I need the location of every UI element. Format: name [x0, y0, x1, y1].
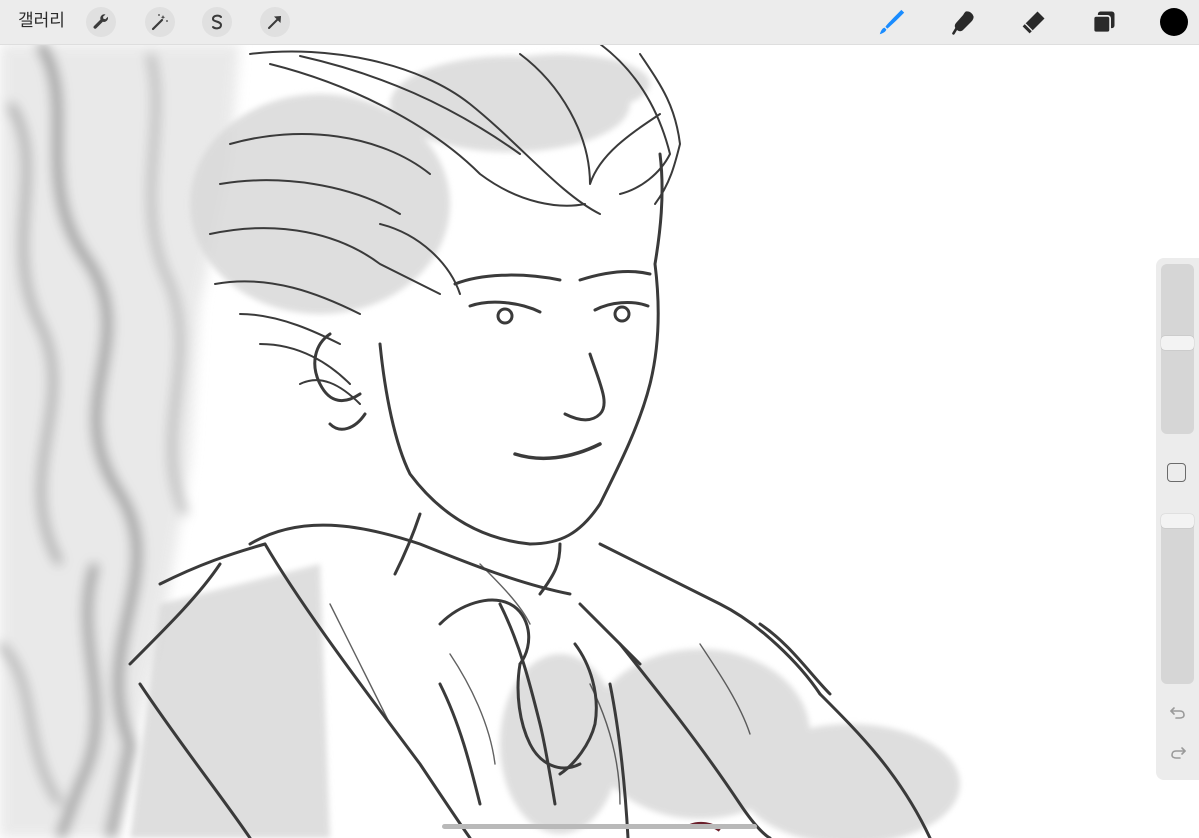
top-toolbar: 갤러리: [0, 0, 1199, 45]
layers-button[interactable]: [1088, 6, 1120, 38]
modify-button[interactable]: [1167, 463, 1186, 482]
smudge-tool-button[interactable]: [948, 6, 980, 38]
sketch-artwork: [0, 44, 960, 838]
smudge-icon: [952, 11, 974, 35]
magic-wand-icon: [151, 14, 168, 31]
transform-button[interactable]: [260, 7, 290, 37]
undo-button[interactable]: [1168, 702, 1188, 722]
eraser-tool-button[interactable]: [1018, 6, 1050, 38]
undo-icon: [1170, 707, 1185, 719]
opacity-slider[interactable]: [1161, 514, 1194, 684]
selection-button[interactable]: [202, 7, 232, 37]
brush-size-knob[interactable]: [1161, 336, 1194, 350]
actions-button[interactable]: [86, 7, 116, 37]
redo-icon: [1171, 747, 1186, 759]
opacity-knob[interactable]: [1161, 514, 1194, 528]
arrow-cursor-icon: [268, 16, 281, 29]
side-panel: [1156, 258, 1199, 780]
procreate-app: 갤러리: [0, 0, 1199, 838]
wrench-icon: [93, 14, 108, 29]
selection-s-icon: [211, 14, 223, 30]
home-indicator[interactable]: [442, 824, 757, 829]
redo-button[interactable]: [1168, 742, 1188, 762]
adjustments-button[interactable]: [145, 7, 175, 37]
eraser-icon: [1022, 11, 1045, 34]
drawing-canvas[interactable]: [0, 44, 1199, 838]
brush-size-slider[interactable]: [1161, 264, 1194, 434]
layers-icon: [1092, 11, 1115, 34]
brush-icon: [879, 9, 905, 35]
gallery-button[interactable]: 갤러리: [18, 10, 65, 32]
brush-tool-button[interactable]: [876, 6, 908, 38]
color-picker-button[interactable]: [1160, 8, 1188, 36]
